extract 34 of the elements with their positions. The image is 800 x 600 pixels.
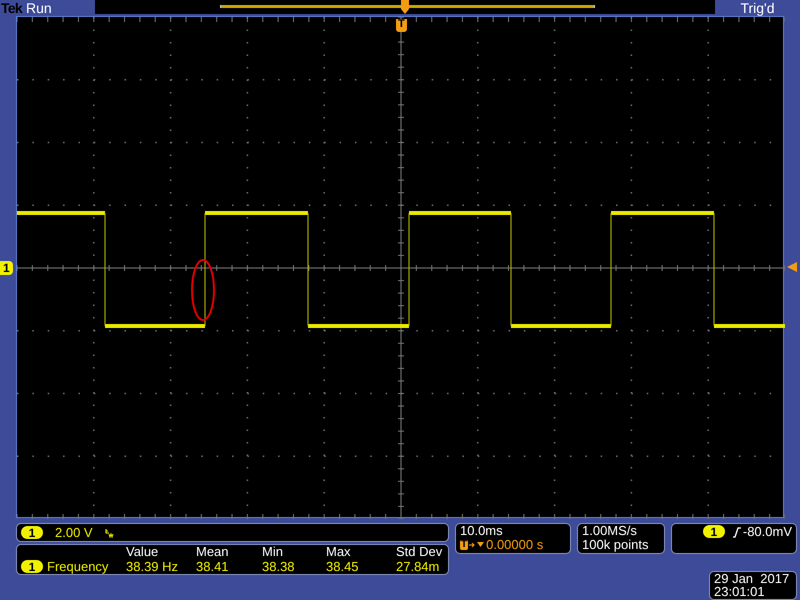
rising-edge-icon [732,526,741,538]
time-label: 23:01:01 [714,585,766,598]
run-state-label: Run [26,1,52,15]
measurement-name: Frequency [47,560,108,574]
measurement-value: 38.41 [196,560,230,574]
trigger-marker: T [396,19,407,32]
column-header: Value [126,545,160,560]
horizontal-scale: 10.0ms [460,524,504,538]
measurement-value: 38.39 Hz [126,560,180,574]
channel-badge: 1 [21,560,43,574]
measurement-value: 38.45 [326,560,360,574]
vertical-scale: 2.00 V [55,524,93,542]
column-header: Std Dev [396,545,444,560]
bandwidth-limit-icon [104,528,115,538]
channel-badge: 1 [702,525,725,538]
brand-label: Tek [1,1,22,15]
trigger-position-icon [400,0,410,14]
measurement-value: 27.84m [396,560,440,574]
sample-rate: 1.00MS/s [582,524,638,538]
delay-arrow-icon [469,541,486,549]
trigger-status-label: Trig'd [740,1,775,15]
trigger-level-arrow-icon [787,262,797,272]
channel-badge: 1 [21,526,43,539]
highlight-ellipse [191,259,215,321]
trigger-point-badge: T [460,540,468,550]
date-label: 29 Jan 2017 [714,572,790,585]
channel-marker: 1 [0,261,13,275]
horizontal-delay: 0.00000 s [486,538,544,552]
measurement-value: 38.38 [262,560,296,574]
trigger-level: -80.0mV [742,525,792,539]
record-length: 100k points [582,538,650,552]
column-header: Min [262,545,284,560]
column-header: Mean [196,545,230,560]
column-header: Max [326,545,352,560]
